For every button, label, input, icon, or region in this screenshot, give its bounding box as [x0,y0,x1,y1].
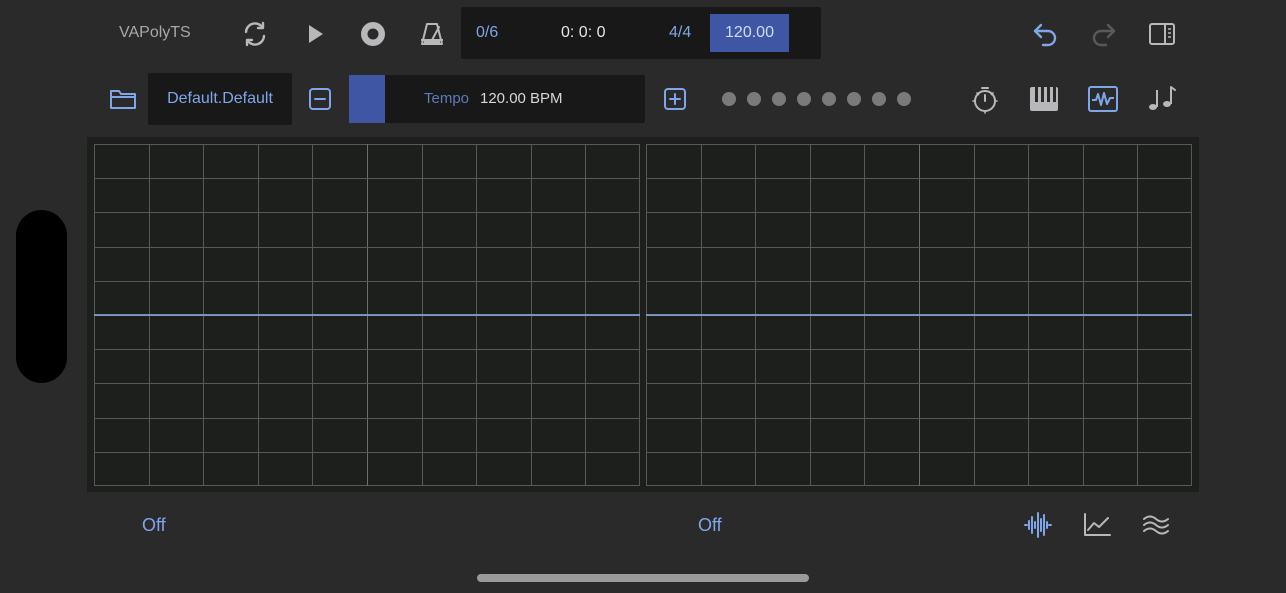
scope-left[interactable] [94,144,640,486]
redo-icon[interactable] [1087,17,1121,51]
bar-counter[interactable]: 0/6 [476,7,498,59]
page-dot[interactable] [872,92,886,106]
bpm-display[interactable]: 120.00 [710,14,789,52]
page-dot[interactable] [747,92,761,106]
page-dot[interactable] [847,92,861,106]
play-icon[interactable] [300,19,330,49]
tempo-slider-fill [349,75,385,123]
transport-display: 0/6 0: 0: 0 4/4 120.00 [461,7,821,59]
folder-icon[interactable] [107,83,139,115]
time-signature[interactable]: 4/4 [669,7,691,59]
page-dot[interactable] [722,92,736,106]
keyboard-icon[interactable] [1027,83,1061,115]
waveform-icon[interactable] [1021,509,1055,541]
tempo-slider[interactable]: Tempo 120.00 BPM [349,75,645,123]
music-notes-icon[interactable] [1145,83,1179,115]
line-graph-icon[interactable] [1080,509,1114,541]
page-indicator[interactable] [722,92,911,106]
time-display: 0: 0: 0 [561,24,606,41]
side-cutout [16,210,67,383]
oscilloscope-icon[interactable] [1086,83,1120,115]
tempo-label: Tempo [424,90,470,107]
scope-left-status[interactable]: Off [142,513,166,537]
app-title: VAPolyTS [119,24,191,41]
page-dot[interactable] [822,92,836,106]
scope-grid [94,144,640,486]
tempo-decrease-button[interactable] [306,85,334,113]
undo-icon[interactable] [1028,17,1062,51]
sidebar-toggle-icon[interactable] [1146,18,1178,50]
preset-name[interactable]: Default.Default [148,73,292,125]
page-dot[interactable] [897,92,911,106]
tempo-value: 120.00 BPM [480,90,563,107]
scope-right-status[interactable]: Off [698,513,722,537]
spectrum-icon[interactable] [1139,509,1173,541]
page-dot[interactable] [772,92,786,106]
tempo-increase-button[interactable] [661,85,689,113]
timer-icon[interactable] [969,83,1001,115]
scope-grid [646,144,1192,486]
record-icon[interactable] [357,18,389,50]
app-window: VAPolyTS 0/6 0: 0: 0 4/4 120.00 Default.… [0,0,1286,593]
home-indicator[interactable] [477,574,809,582]
scope-panel [87,137,1199,492]
scope-right[interactable] [646,144,1192,486]
page-dot[interactable] [797,92,811,106]
loop-icon[interactable] [238,17,272,51]
metronome-icon[interactable] [416,18,448,50]
